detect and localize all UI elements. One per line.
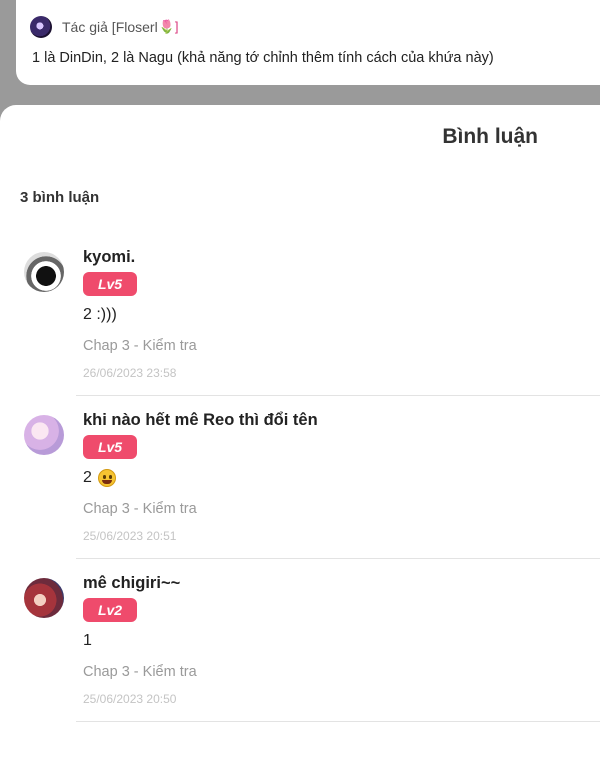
comment-timestamp: 25/06/2023 20:50 <box>83 692 177 706</box>
comments-panel: Bình luận 3 bình luận kyomi. Lv5 2 :))) … <box>0 105 600 763</box>
panel-title: Bình luận <box>442 125 538 148</box>
divider <box>76 395 600 396</box>
comment-count: 3 bình luận <box>20 189 100 206</box>
comment-content: 2 <box>83 469 116 487</box>
author-avatar[interactable] <box>30 16 52 38</box>
comment-item: kyomi. Lv5 2 :))) Chap 3 - Kiểm tra 26/0… <box>0 242 600 405</box>
comment-author[interactable]: khi nào hết mê Reo thì đổi tên <box>83 411 318 430</box>
grinning-face-emoji-icon <box>97 469 116 487</box>
author-header: Tác giả [Floserl 🌷] <box>30 16 179 38</box>
comment-item: khi nào hết mê Reo thì đổi tên Lv5 2 Cha… <box>0 405 600 568</box>
level-badge: Lv2 <box>83 598 137 622</box>
author-note-text: 1 là DinDin, 2 là Nagu (khả năng tớ chỉn… <box>32 50 494 66</box>
divider <box>76 558 600 559</box>
avatar[interactable] <box>24 415 64 455</box>
avatar[interactable] <box>24 252 64 292</box>
level-badge: Lv5 <box>83 435 137 459</box>
avatar[interactable] <box>24 578 64 618</box>
comment-text: 2 <box>83 469 92 486</box>
comment-timestamp: 25/06/2023 20:51 <box>83 529 177 543</box>
comment-author[interactable]: kyomi. <box>83 248 135 267</box>
comment-chapter-link[interactable]: Chap 3 - Kiểm tra <box>83 664 197 680</box>
level-badge: Lv5 <box>83 272 137 296</box>
comment-timestamp: 26/06/2023 23:58 <box>83 366 177 380</box>
author-name: Tác giả [Floserl <box>62 19 158 35</box>
comment-text: 1 <box>83 632 92 649</box>
comment-chapter-link[interactable]: Chap 3 - Kiểm tra <box>83 338 197 354</box>
author-note-card: Tác giả [Floserl 🌷] 1 là DinDin, 2 là Na… <box>16 0 600 85</box>
comment-content: 1 <box>83 632 92 650</box>
comment-content: 2 :))) <box>83 306 117 324</box>
comment-author[interactable]: mê chigiri~~ <box>83 574 180 593</box>
comment-chapter-link[interactable]: Chap 3 - Kiểm tra <box>83 501 197 517</box>
comment-item: mê chigiri~~ Lv2 1 Chap 3 - Kiểm tra 25/… <box>0 568 600 731</box>
divider <box>76 721 600 722</box>
comment-text: 2 :))) <box>83 306 117 323</box>
tulip-icon: 🌷] <box>158 19 179 34</box>
